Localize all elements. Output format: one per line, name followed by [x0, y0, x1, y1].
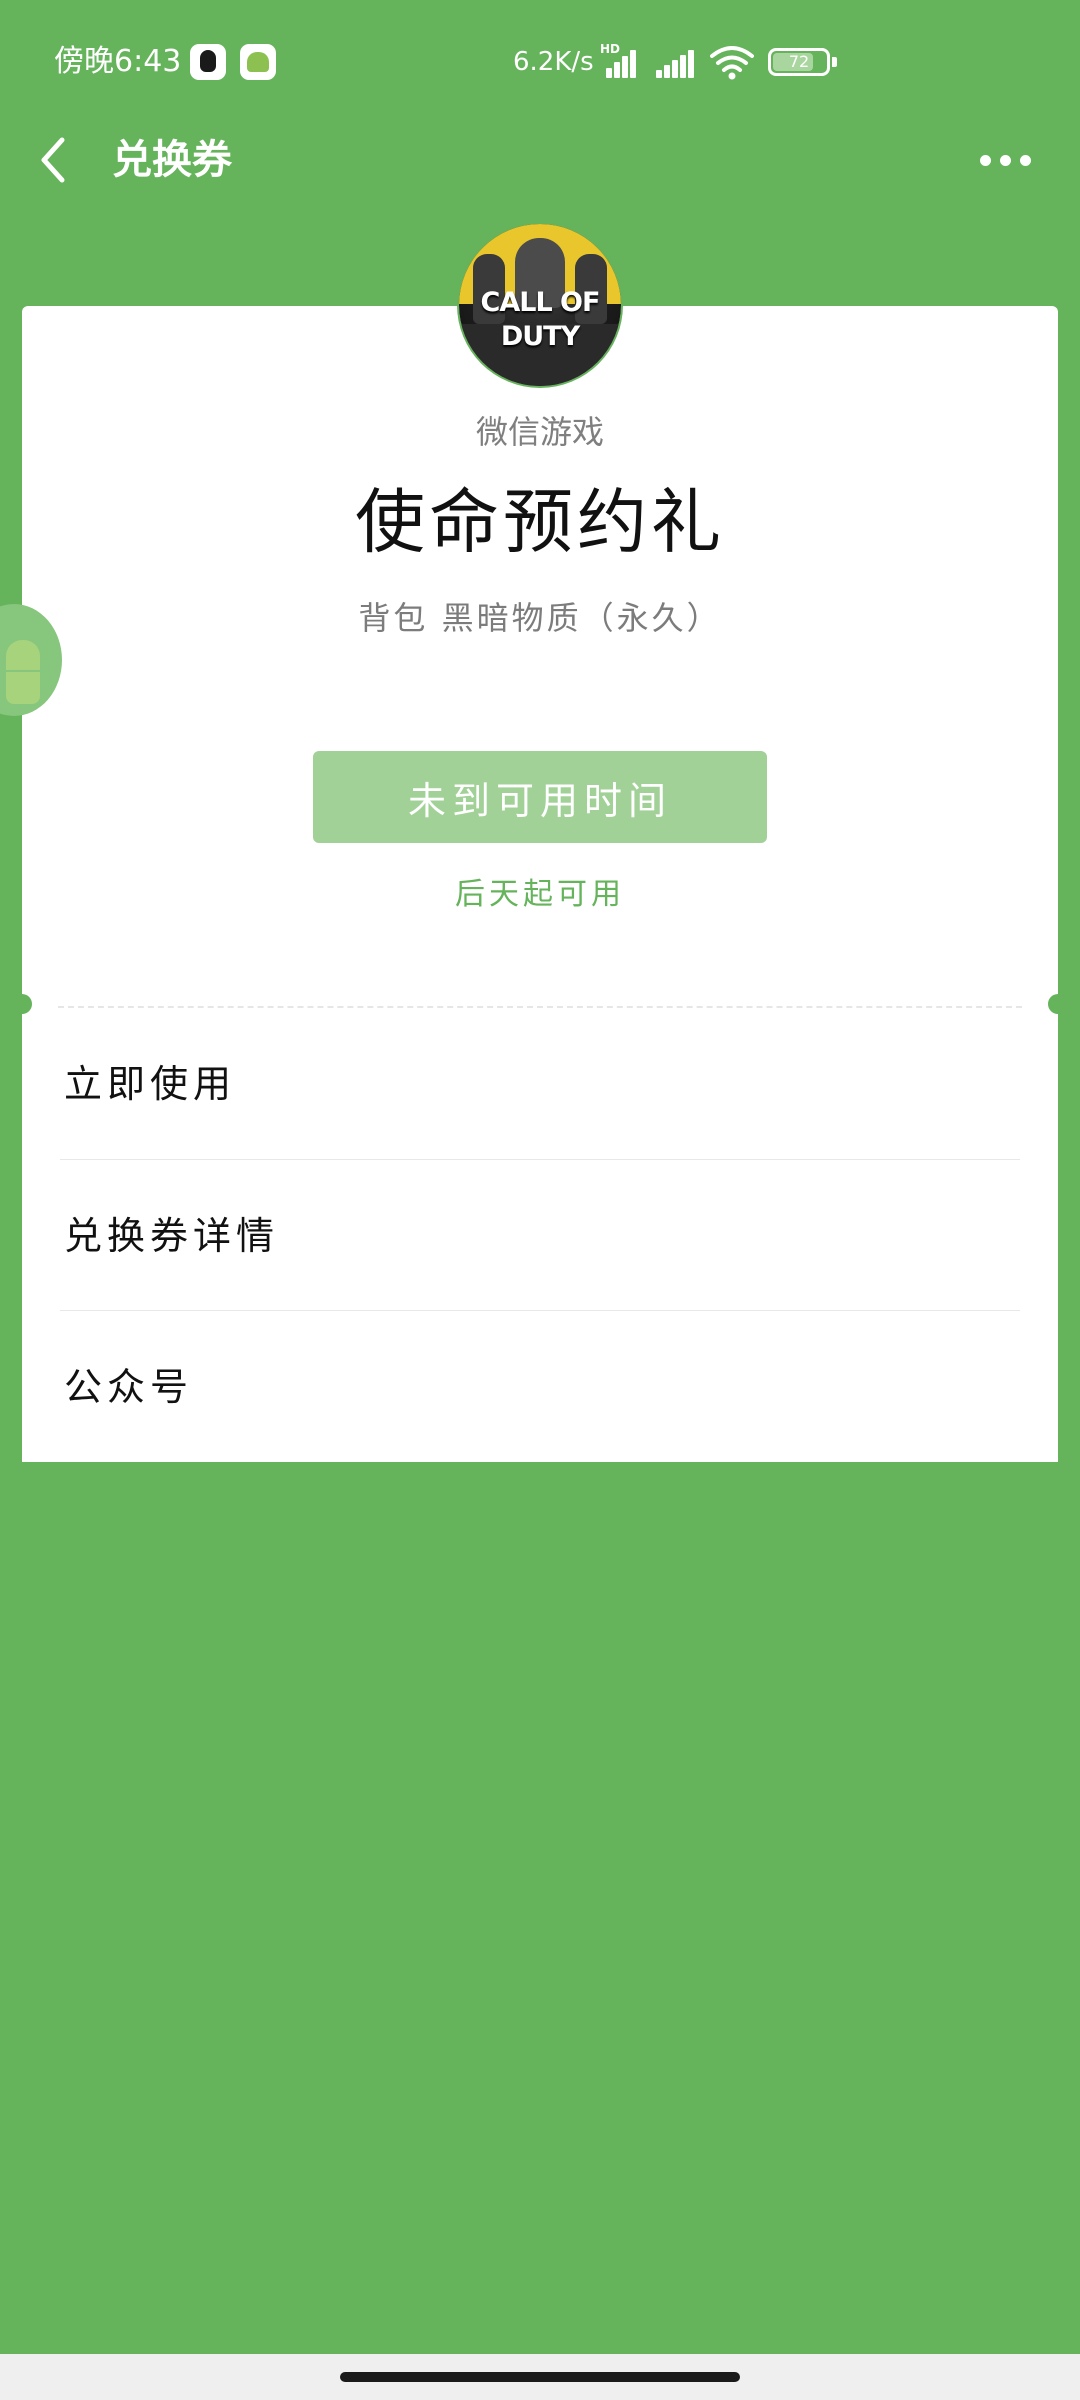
status-time: 傍晚6:43	[54, 44, 182, 79]
menu-item-coupon-details[interactable]: 兑换券详情	[22, 1160, 1058, 1310]
game-logo: CALL OF DUTY	[480, 287, 601, 352]
more-button[interactable]	[970, 140, 1040, 180]
gesture-area	[0, 2354, 1080, 2400]
availability-note: 后天起可用	[455, 877, 625, 912]
more-dot	[1020, 155, 1031, 166]
signal-strength-icon	[600, 48, 642, 78]
signal-strength-icon	[654, 48, 696, 78]
battery-icon: 72	[768, 48, 837, 76]
menu-item-label: 兑换券详情	[64, 1214, 280, 1258]
home-gesture-bar[interactable]	[340, 2372, 740, 2382]
coupon-subtitle: 背包 黑暗物质（永久）	[358, 599, 722, 637]
more-dot	[980, 155, 991, 166]
status-bar: 傍晚6:43 6.2K/s HD 72	[0, 0, 1080, 130]
menu-item-label: 公众号	[64, 1365, 194, 1409]
menu-item-official-account[interactable]: 公众号	[22, 1311, 1058, 1461]
back-button[interactable]	[30, 125, 90, 195]
network-speed: 6.2K/s	[513, 47, 594, 77]
battery-percent: 72	[788, 52, 810, 71]
android-notification-icon	[240, 44, 276, 80]
provider-label: 微信游戏	[475, 413, 604, 451]
menu-item-use-now[interactable]: 立即使用	[22, 1008, 1058, 1158]
coupon-title: 使命预约礼	[355, 481, 725, 563]
game-avatar: CALL OF DUTY	[459, 224, 621, 386]
page-title: 兑换券	[112, 137, 232, 183]
chevron-left-icon	[41, 137, 65, 183]
qq-notification-icon	[190, 44, 226, 80]
more-dot	[1000, 155, 1011, 166]
wifi-icon	[710, 46, 754, 80]
menu-item-label: 立即使用	[64, 1062, 237, 1106]
unavailable-button[interactable]: 未到可用时间	[313, 751, 767, 843]
